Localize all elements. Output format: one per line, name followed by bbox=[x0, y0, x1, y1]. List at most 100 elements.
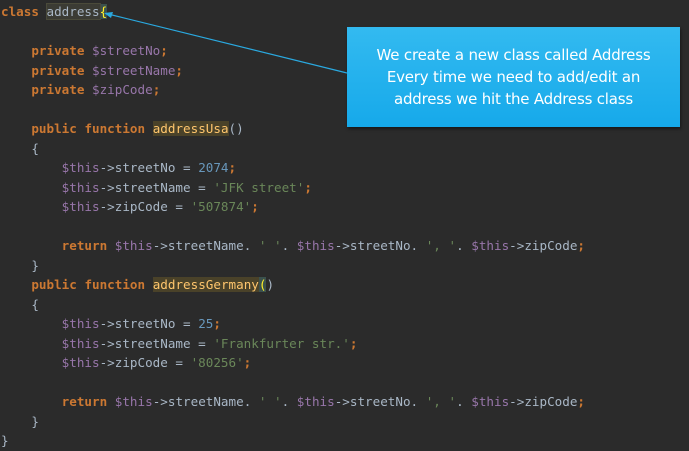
code-line-usa-street-name: $this->streetName = 'JFK street'; bbox=[0, 178, 689, 198]
code-editor[interactable]: class address{ private $streetNo; privat… bbox=[0, 0, 689, 451]
this-variable: $this bbox=[61, 335, 100, 351]
assign-operator: = bbox=[190, 335, 214, 351]
this-variable: $this bbox=[61, 316, 100, 331]
field-street-no: streetNo bbox=[114, 316, 176, 331]
concat-operator: . bbox=[281, 238, 297, 253]
string-space: ' ' bbox=[258, 238, 282, 253]
function-name-address-usa[interactable]: addressUsa bbox=[152, 121, 229, 136]
code-line-de-return: return $this->streetName. ' '. $this->st… bbox=[0, 392, 689, 412]
keyword-public: public bbox=[31, 277, 77, 292]
semicolon: ; bbox=[228, 160, 237, 175]
arrow-operator: -> bbox=[99, 316, 115, 331]
assign-operator: = bbox=[190, 179, 214, 195]
arrow-operator: -> bbox=[509, 394, 525, 409]
semicolon: ; bbox=[251, 199, 259, 214]
keyword-function: function bbox=[84, 277, 146, 292]
arrow-operator: -> bbox=[99, 179, 115, 195]
this-variable: $this bbox=[61, 355, 100, 370]
field-street-no: streetNo bbox=[114, 160, 176, 175]
this-variable: $this bbox=[471, 394, 510, 409]
open-brace: { bbox=[99, 4, 108, 19]
semicolon: ; bbox=[304, 179, 312, 195]
code-line-de-zip-code: $this->zipCode = '80256'; bbox=[0, 353, 689, 373]
concat-operator: . bbox=[456, 238, 472, 253]
arrow-operator: -> bbox=[152, 394, 168, 409]
field-street-name: streetName bbox=[167, 238, 244, 253]
code-line-usa-street-no: $this->streetNo = 2074; bbox=[0, 158, 689, 178]
semicolon: ; bbox=[577, 394, 585, 409]
field-zip-code: zipCode bbox=[114, 199, 168, 214]
code-line-class-close-brace: } bbox=[0, 431, 689, 451]
callout-text: We create a new class called Address Eve… bbox=[376, 46, 651, 108]
keyword-class: class bbox=[1, 4, 39, 19]
field-street-no: streetNo bbox=[349, 238, 411, 253]
this-variable: $this bbox=[61, 199, 100, 214]
this-variable: $this bbox=[114, 238, 153, 253]
concat-operator: . bbox=[410, 238, 426, 253]
property-street-no: $streetNo bbox=[92, 43, 161, 58]
arrow-operator: -> bbox=[509, 238, 525, 253]
assign-operator: = bbox=[175, 160, 199, 175]
parentheses: () bbox=[228, 121, 244, 136]
open-brace: { bbox=[31, 296, 39, 312]
field-zip-code: zipCode bbox=[114, 355, 168, 370]
assign-operator: = bbox=[167, 199, 191, 214]
value-de-zip: '80256' bbox=[190, 355, 244, 370]
arrow-operator: -> bbox=[99, 335, 115, 351]
code-line-close-brace: } bbox=[0, 412, 689, 432]
concat-operator: . bbox=[243, 394, 259, 409]
code-line-open-brace: { bbox=[0, 295, 689, 315]
semicolon: ; bbox=[152, 82, 161, 97]
this-variable: $this bbox=[296, 394, 335, 409]
concat-operator: . bbox=[281, 394, 297, 409]
function-name-address-germany[interactable]: addressGermany bbox=[152, 277, 259, 292]
class-name-address[interactable]: address bbox=[45, 3, 101, 20]
this-variable: $this bbox=[61, 160, 100, 175]
semicolon: ; bbox=[577, 238, 585, 253]
value-de-street-name: 'Frankfurter str.' bbox=[213, 335, 350, 351]
field-street-name: streetName bbox=[114, 335, 191, 351]
keyword-private: private bbox=[31, 82, 85, 97]
assign-operator: = bbox=[175, 316, 199, 331]
this-variable: $this bbox=[471, 238, 510, 253]
value-de-street-no: 25 bbox=[198, 316, 214, 331]
field-zip-code: zipCode bbox=[524, 238, 578, 253]
concat-operator: . bbox=[410, 394, 426, 409]
semicolon: ; bbox=[213, 316, 221, 331]
open-brace: { bbox=[31, 140, 39, 156]
code-line-class-declaration: class address{ bbox=[0, 2, 689, 22]
assign-operator: = bbox=[167, 355, 191, 370]
property-street-name: $streetName bbox=[92, 62, 176, 78]
code-line-usa-return: return $this->streetName. ' '. $this->st… bbox=[0, 236, 689, 256]
property-zip-code: $zipCode bbox=[92, 82, 153, 97]
this-variable: $this bbox=[61, 179, 100, 195]
string-space: ' ' bbox=[258, 394, 282, 409]
arrow-operator: -> bbox=[99, 199, 115, 214]
code-line-open-brace: { bbox=[0, 139, 689, 159]
field-street-name: streetName bbox=[167, 394, 244, 409]
string-comma: ', ' bbox=[425, 394, 457, 409]
value-usa-zip: '507874' bbox=[190, 199, 252, 214]
field-street-name: streetName bbox=[114, 179, 191, 195]
keyword-public: public bbox=[31, 121, 77, 136]
arrow-operator: -> bbox=[334, 394, 350, 409]
close-brace: } bbox=[31, 413, 39, 429]
semicolon: ; bbox=[349, 335, 358, 351]
this-variable: $this bbox=[114, 394, 153, 409]
close-brace: } bbox=[31, 257, 39, 273]
code-line-function-germany: public function addressGermany() bbox=[0, 275, 689, 295]
close-paren: ) bbox=[266, 277, 275, 292]
semicolon: ; bbox=[160, 43, 168, 58]
semicolon: ; bbox=[175, 62, 184, 78]
code-line-de-street-no: $this->streetNo = 25; bbox=[0, 314, 689, 334]
concat-operator: . bbox=[243, 238, 259, 253]
concat-operator: . bbox=[456, 394, 472, 409]
keyword-return: return bbox=[61, 238, 108, 253]
field-street-no: streetNo bbox=[349, 394, 411, 409]
value-usa-street-name: 'JFK street' bbox=[213, 179, 305, 195]
code-line-usa-zip-code: $this->zipCode = '507874'; bbox=[0, 197, 689, 217]
semicolon: ; bbox=[243, 355, 252, 370]
string-comma: ', ' bbox=[425, 238, 457, 253]
